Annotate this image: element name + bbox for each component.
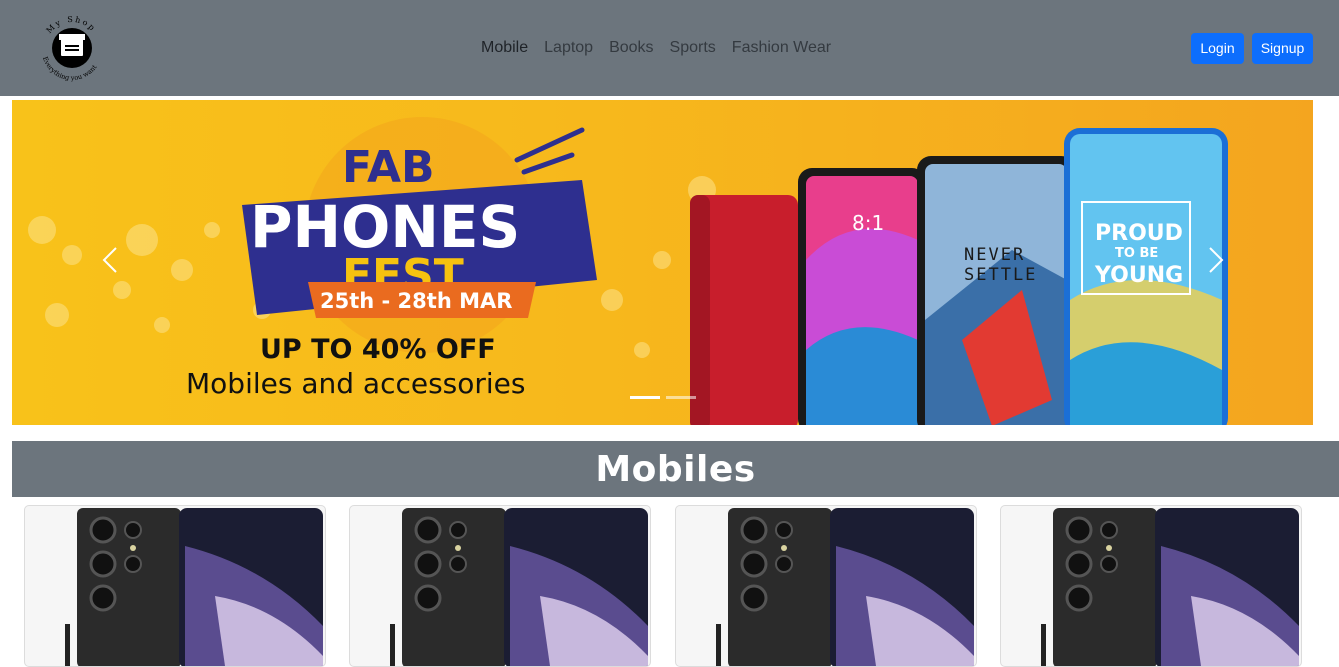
section-title: Mobiles	[595, 448, 756, 490]
banner-phone-settle: SETTLE	[964, 265, 1037, 285]
carousel-indicators	[630, 396, 696, 399]
carousel-indicator-2[interactable]	[666, 396, 696, 399]
product-card[interactable]	[24, 505, 326, 667]
nav-link-books[interactable]: Books	[601, 36, 661, 60]
banner-phone-clock: 8:1	[852, 211, 884, 235]
signup-button[interactable]: Signup	[1252, 33, 1313, 64]
banner-phone-young: YOUNG	[1094, 263, 1183, 288]
product-image	[390, 508, 648, 666]
banner-phone-proud: PROUD	[1095, 221, 1183, 246]
nav-link-mobile[interactable]: Mobile	[473, 36, 536, 60]
carousel-next-icon[interactable]	[1200, 240, 1230, 280]
nav-link-sports[interactable]: Sports	[662, 36, 724, 60]
banner-phone-tobe: TO BE	[1115, 246, 1158, 261]
banner-fab-text: FAB	[342, 142, 435, 193]
product-card[interactable]	[675, 505, 977, 667]
banner-dates-text: 25th - 28th MAR	[320, 289, 512, 313]
banner-phone-never: NEVER	[964, 245, 1025, 265]
nav-link-fashion-wear[interactable]: Fashion Wear	[724, 36, 839, 60]
product-image	[716, 508, 974, 666]
login-button[interactable]: Login	[1191, 33, 1244, 64]
navbar: My Shop Everything you want Mobile Lapto…	[0, 0, 1339, 96]
shop-logo[interactable]: My Shop Everything you want	[34, 10, 110, 86]
mobiles-section-header: Mobiles	[12, 441, 1339, 497]
product-image	[65, 508, 323, 666]
carousel-indicator-1[interactable]	[630, 396, 660, 399]
hero-carousel: FAB PHONES FEST 25th - 28th MAR UP TO 40…	[12, 100, 1313, 425]
carousel-prev-icon[interactable]	[96, 240, 126, 280]
nav-link-laptop[interactable]: Laptop	[536, 36, 601, 60]
banner-offer-text: UP TO 40% OFF	[260, 334, 496, 365]
product-card[interactable]	[349, 505, 651, 667]
main-nav: Mobile Laptop Books Sports Fashion Wear	[473, 36, 839, 60]
product-image	[1041, 508, 1299, 666]
banner-image: FAB PHONES FEST 25th - 28th MAR UP TO 40…	[28, 117, 1228, 425]
product-card[interactable]	[1000, 505, 1302, 667]
banner-subline-text: Mobiles and accessories	[186, 367, 526, 400]
